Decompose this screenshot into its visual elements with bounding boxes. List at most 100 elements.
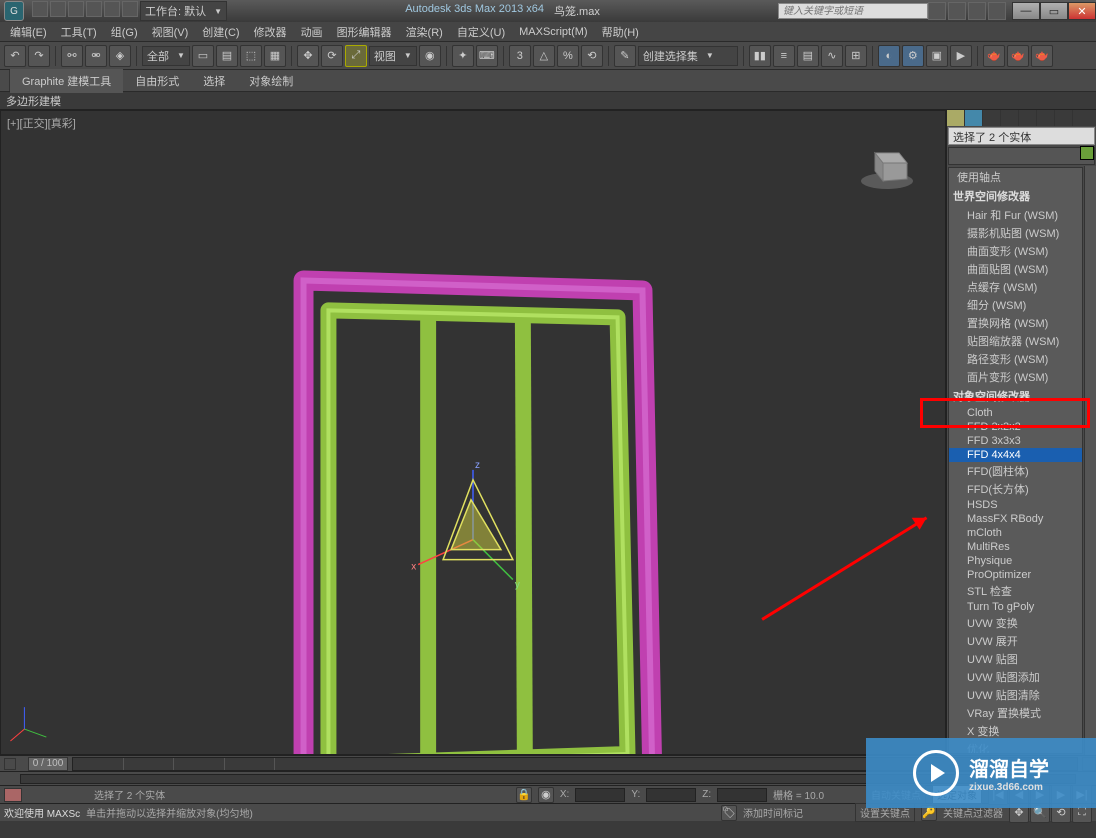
menu-customize[interactable]: 自定义(U) [451,22,511,42]
mod-item[interactable]: VRay 置换模式 [949,704,1082,722]
render-button[interactable]: 🫖 [983,45,1005,67]
menu-modifiers[interactable]: 修改器 [248,22,293,42]
star-icon[interactable] [968,2,986,20]
mod-item[interactable]: 细分 (WSM) [949,296,1082,314]
rendered-frame-button[interactable]: ▣ [926,45,948,67]
timeline-menu-icon[interactable] [4,758,16,770]
mod-item[interactable]: Cloth [949,406,1082,420]
mod-item[interactable]: 面片变形 (WSM) [949,368,1082,386]
menu-edit[interactable]: 编辑(E) [4,22,53,42]
mod-item[interactable]: UVW 变换 [949,614,1082,632]
mod-item[interactable]: FFD 3x3x3 [949,434,1082,448]
ribbon-tab-graphite[interactable]: Graphite 建模工具 [10,69,123,93]
mod-item[interactable]: UVW 贴图清除 [949,686,1082,704]
menu-grapheditor[interactable]: 图形编辑器 [331,22,398,42]
named-sel-edit-button[interactable]: ✎ [614,45,636,67]
coord-x-input[interactable] [575,788,625,802]
time-slider[interactable]: 0 / 100 [28,757,68,771]
modifier-list[interactable]: 使用轴点 世界空间修改器 Hair 和 Fur (WSM) 摄影机贴图 (WSM… [948,167,1083,754]
percent-snap-button[interactable]: % [557,45,579,67]
menu-render[interactable]: 渲染(R) [400,22,449,42]
mod-item[interactable]: ProOptimizer [949,568,1082,582]
object-color-swatch[interactable] [1080,146,1094,160]
motion-tab-icon[interactable] [1001,110,1019,126]
mod-item[interactable]: UVW 展开 [949,632,1082,650]
render-setup-button[interactable]: ⚙ [902,45,924,67]
bind-button[interactable]: ◈ [109,45,131,67]
mod-item[interactable]: 曲面贴图 (WSM) [949,260,1082,278]
ribbon-grip[interactable] [0,70,10,91]
marquee-rect-button[interactable]: ⬚ [240,45,262,67]
modify-tab-icon[interactable] [965,110,983,126]
ribbon-tab-freeform[interactable]: 自由形式 [123,69,191,93]
extra-tab-icon[interactable] [1055,110,1073,126]
mod-item[interactable]: Physique [949,554,1082,568]
mod-item[interactable]: 摄影机贴图 (WSM) [949,224,1082,242]
workspace-combo[interactable]: 工作台: 默认▼ [140,1,227,21]
angle-snap-button[interactable]: △ [533,45,555,67]
mod-item[interactable]: MultiRes [949,540,1082,554]
select-manip-button[interactable]: ✦ [452,45,474,67]
script-listener-icon[interactable] [4,788,22,802]
save-icon[interactable] [68,1,84,17]
select-button[interactable]: ▭ [192,45,214,67]
selection-name-field[interactable]: 选择了 2 个实体 [948,127,1095,145]
mod-item[interactable]: FFD(圆柱体) [949,462,1082,480]
mod-item[interactable]: Hair 和 Fur (WSM) [949,206,1082,224]
selection-filter-combo[interactable]: 全部▼ [142,46,190,66]
move-button[interactable]: ✥ [297,45,319,67]
link-icon[interactable] [122,1,138,17]
modifier-pivot[interactable]: 使用轴点 [949,168,1082,186]
coord-z-input[interactable] [717,788,767,802]
viewport[interactable]: [+][正交][真彩] [0,110,946,755]
new-icon[interactable] [32,1,48,17]
menu-help[interactable]: 帮助(H) [596,22,645,42]
spinner-snap-button[interactable]: ⟲ [581,45,603,67]
menu-tools[interactable]: 工具(T) [55,22,103,42]
modifier-list-combo[interactable] [948,147,1095,165]
schematic-button[interactable]: ⊞ [845,45,867,67]
menu-create[interactable]: 创建(C) [196,22,245,42]
align-button[interactable]: ≡ [773,45,795,67]
open-icon[interactable] [50,1,66,17]
mod-item[interactable]: 点缓存 (WSM) [949,278,1082,296]
mod-item[interactable]: UVW 贴图添加 [949,668,1082,686]
info-icon[interactable] [988,2,1006,20]
undo-button[interactable]: ↶ [4,45,26,67]
redo-button[interactable]: ↷ [28,45,50,67]
layers-button[interactable]: ▤ [797,45,819,67]
create-tab-icon[interactable] [947,110,965,126]
named-selection-combo[interactable]: 创建选择集▼ [638,46,738,66]
mod-item[interactable]: mCloth [949,526,1082,540]
snap-button[interactable]: 3 [509,45,531,67]
mod-item[interactable]: 置换网格 (WSM) [949,314,1082,332]
coord-y-input[interactable] [646,788,696,802]
maximize-button[interactable]: ▭ [1040,2,1068,20]
close-button[interactable]: ✕ [1068,2,1096,20]
mod-item[interactable]: MassFX RBody [949,512,1082,526]
hierarchy-tab-icon[interactable] [983,110,1001,126]
app-icon[interactable]: G [4,1,24,21]
mirror-button[interactable]: ▮▮ [749,45,771,67]
mod-item[interactable]: 曲面变形 (WSM) [949,242,1082,260]
render-last-button[interactable]: 🫖 [1031,45,1053,67]
rotate-button[interactable]: ⟳ [321,45,343,67]
mod-item[interactable]: HSDS [949,498,1082,512]
menu-maxscript[interactable]: MAXScript(M) [513,24,593,40]
mod-item[interactable]: Turn To gPoly [949,600,1082,614]
material-editor-button[interactable]: ◐ [878,45,900,67]
render-iter-button[interactable]: 🫖 [1007,45,1029,67]
lock-icon[interactable]: 🔒 [516,787,532,803]
add-timetag[interactable]: 添加时间标记 [743,805,803,820]
select-name-button[interactable]: ▤ [216,45,238,67]
link-button[interactable]: ⚯ [61,45,83,67]
minimize-button[interactable]: — [1012,2,1040,20]
binoculars-icon[interactable] [928,2,946,20]
timetag-icon[interactable]: 🏷 [721,805,737,821]
mod-item[interactable]: UVW 贴图 [949,650,1082,668]
ribbon-tab-selection[interactable]: 选择 [191,69,237,93]
redo-icon[interactable] [104,1,120,17]
menu-view[interactable]: 视图(V) [146,22,195,42]
scale-button[interactable]: ⤢ [345,45,367,67]
curve-editor-button[interactable]: ∿ [821,45,843,67]
